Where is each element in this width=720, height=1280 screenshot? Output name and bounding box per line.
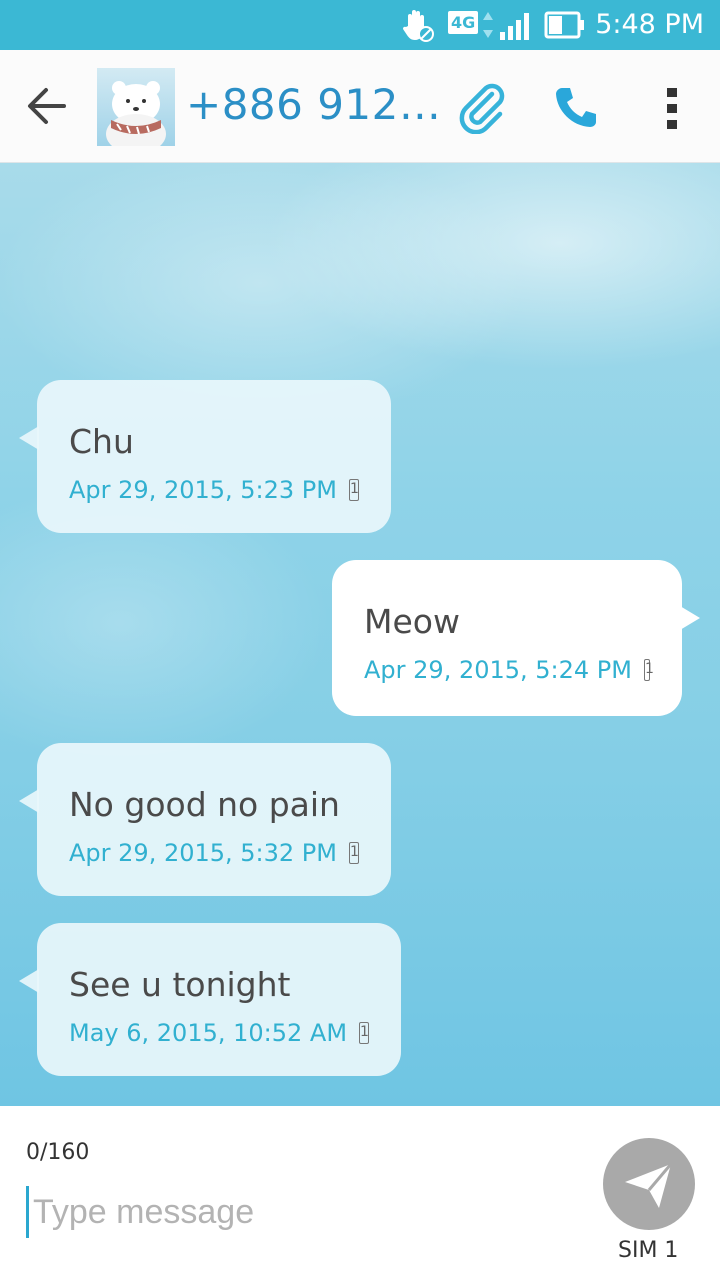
message-bubble[interactable]: Meow Apr 29, 2015, 5:24 PM bbox=[332, 560, 700, 716]
back-arrow-icon[interactable] bbox=[24, 84, 70, 128]
contact-avatar[interactable] bbox=[97, 68, 175, 146]
sim-card-icon bbox=[348, 479, 359, 501]
character-counter: 0/160 bbox=[26, 1140, 90, 1165]
data-arrows-icon bbox=[483, 12, 493, 38]
signal-icon bbox=[500, 13, 529, 40]
more-options-icon[interactable] bbox=[660, 84, 684, 132]
message-bubble[interactable]: See u tonight May 6, 2015, 10:52 AM bbox=[19, 923, 401, 1076]
message-timestamp: Apr 29, 2015, 5:24 PM bbox=[364, 656, 650, 684]
sim-card-icon bbox=[643, 659, 650, 681]
message-timestamp: Apr 29, 2015, 5:32 PM bbox=[69, 839, 359, 867]
sim-card-icon bbox=[348, 842, 359, 864]
timestamp-text: Apr 29, 2015, 5:23 PM bbox=[69, 476, 337, 504]
message-timestamp: May 6, 2015, 10:52 AM bbox=[69, 1019, 369, 1047]
phone-call-icon[interactable] bbox=[552, 84, 600, 130]
timestamp-text: Apr 29, 2015, 5:32 PM bbox=[69, 839, 337, 867]
app-bar: +886 912… bbox=[0, 50, 720, 163]
attachment-icon[interactable] bbox=[456, 80, 506, 134]
status-time: 5:48 PM bbox=[595, 9, 704, 40]
compose-bar: 0/160 SIM 1 bbox=[0, 1106, 720, 1280]
message-text: Meow bbox=[364, 602, 460, 641]
sim-label[interactable]: SIM 1 bbox=[618, 1238, 678, 1263]
message-text: No good no pain bbox=[69, 785, 340, 824]
message-bubble[interactable]: No good no pain Apr 29, 2015, 5:32 PM bbox=[19, 743, 391, 896]
send-button[interactable] bbox=[603, 1138, 695, 1230]
send-icon bbox=[625, 1163, 673, 1208]
status-bar: 4G 5:48 PM bbox=[0, 0, 720, 50]
battery-icon bbox=[544, 11, 584, 39]
sim-card-icon bbox=[359, 1022, 369, 1044]
timestamp-text: May 6, 2015, 10:52 AM bbox=[69, 1019, 348, 1047]
conversation-area[interactable]: Chu Apr 29, 2015, 5:23 PM Meow Apr 29, 2… bbox=[0, 163, 720, 1106]
message-text: See u tonight bbox=[69, 965, 291, 1004]
polar-bear-icon bbox=[106, 81, 166, 146]
message-bubble[interactable]: Chu Apr 29, 2015, 5:23 PM bbox=[19, 380, 391, 533]
contact-name[interactable]: +886 912… bbox=[186, 80, 441, 129]
network-4g-icon: 4G bbox=[448, 11, 479, 34]
message-input[interactable] bbox=[26, 1186, 573, 1238]
message-timestamp: Apr 29, 2015, 5:23 PM bbox=[69, 476, 359, 504]
hand-blocked-icon bbox=[402, 10, 434, 42]
message-text: Chu bbox=[69, 422, 134, 461]
timestamp-text: Apr 29, 2015, 5:24 PM bbox=[364, 656, 632, 684]
